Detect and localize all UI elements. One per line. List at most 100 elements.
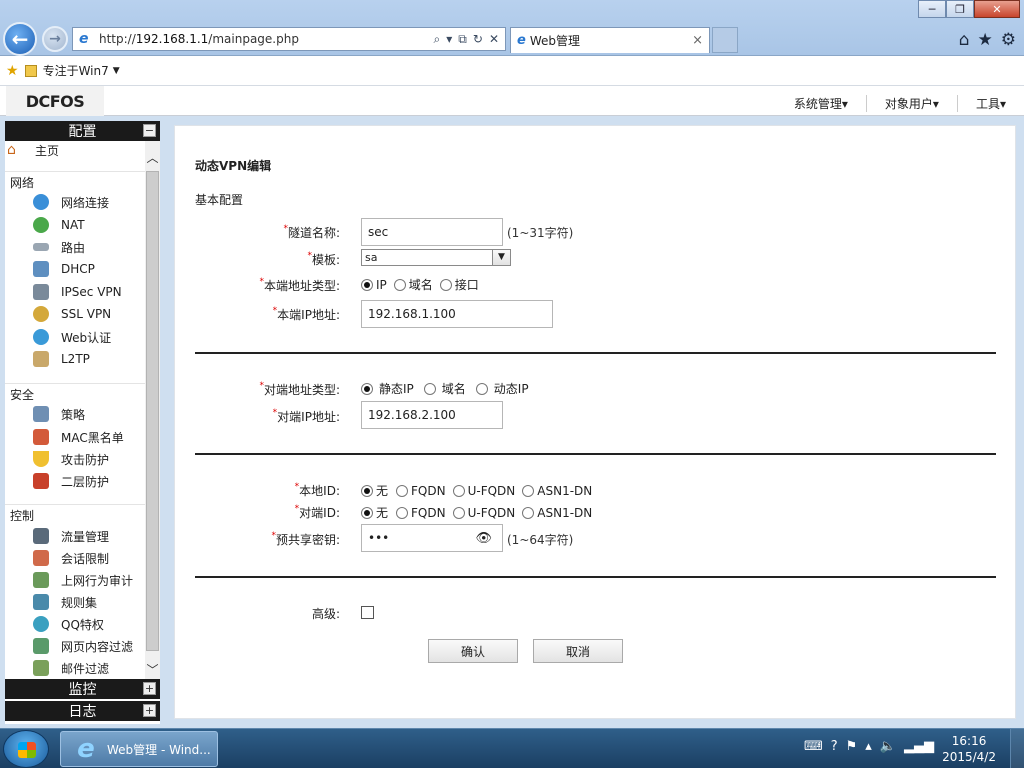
scroll-up-icon[interactable]: ︿ <box>145 151 160 167</box>
radio[interactable] <box>475 382 488 395</box>
psk-input[interactable]: ••• 👁 <box>361 524 503 552</box>
compatibility-view-icon[interactable]: ⧉ <box>458 32 467 47</box>
back-arrow-icon[interactable]: ← <box>3 22 37 56</box>
radio[interactable] <box>396 506 409 519</box>
add-favorite-star-icon[interactable]: ★ <box>6 63 19 79</box>
peer-id-none[interactable]: 无 <box>361 504 388 521</box>
sidebar-item-network-connection[interactable]: 网络连接 <box>33 192 109 212</box>
local-id-asn1dn[interactable]: ASN1-DN <box>522 484 592 498</box>
local-id-ufqdn[interactable]: U-FQDN <box>452 484 515 498</box>
advanced-checkbox[interactable] <box>361 606 374 619</box>
sidebar-item-attack-defense[interactable]: 攻击防护 <box>33 449 109 469</box>
maximize-button[interactable]: ❐ <box>946 0 974 18</box>
network-signal-icon[interactable]: ▂▄▆ <box>904 739 934 754</box>
sidebar-item-web-auth[interactable]: Web认证 <box>33 327 111 347</box>
sidebar-item-layer2-defense[interactable]: 二层防护 <box>33 471 109 491</box>
local-id-fqdn[interactable]: FQDN <box>396 484 446 498</box>
peer-id-ufqdn[interactable]: U-FQDN <box>452 506 515 520</box>
local-ip-input[interactable]: 192.168.1.100 <box>361 300 553 328</box>
sidebar-item-session-limit[interactable]: 会话限制 <box>33 548 109 568</box>
menu-system-management[interactable]: 系统管理▾ <box>776 95 866 112</box>
sidebar-section-monitor[interactable]: 监控 + <box>5 679 160 699</box>
sidebar-item-home[interactable]: ⌂ 主页 <box>7 141 59 159</box>
radio[interactable] <box>452 484 465 497</box>
sidebar-item-ruleset[interactable]: 规则集 <box>33 592 97 612</box>
sidebar-item-mail-filter[interactable]: 邮件过滤 <box>33 658 109 678</box>
sidebar-item-mac-blacklist[interactable]: MAC黑名单 <box>33 427 124 447</box>
peer-addr-type-dynamic-ip[interactable]: 动态IP <box>475 380 529 397</box>
sidebar-item-route[interactable]: 路由 <box>33 237 85 257</box>
sidebar-item-dhcp[interactable]: DHCP <box>33 259 95 279</box>
collapse-icon[interactable]: − <box>143 124 156 137</box>
confirm-button[interactable]: 确认 <box>428 639 518 663</box>
sidebar-item-ipsec-vpn[interactable]: IPSec VPN <box>33 282 122 302</box>
start-button[interactable] <box>3 730 49 768</box>
sidebar-item-web-content-filter[interactable]: 网页内容过滤 <box>33 636 133 656</box>
home-icon[interactable]: ⌂ <box>959 30 970 50</box>
show-desktop-button[interactable] <box>1010 729 1024 768</box>
favorite-folder-label[interactable]: 专注于Win7 <box>43 62 109 79</box>
address-bar[interactable]: e http://192.168.1.1/mainpage.php ⌕ ▾ ⧉ … <box>72 27 506 51</box>
radio[interactable] <box>522 506 535 519</box>
radio[interactable] <box>439 278 452 291</box>
sidebar-header-config[interactable]: 配置 − <box>5 121 160 141</box>
peer-addr-type-static-ip[interactable]: 静态IP <box>361 380 414 397</box>
sidebar-item-ssl-vpn[interactable]: SSL VPN <box>33 304 111 324</box>
radio[interactable] <box>423 382 436 395</box>
sidebar-section-log[interactable]: 日志 + <box>5 701 160 721</box>
scroll-down-icon[interactable]: ﹀ <box>145 663 160 679</box>
sidebar-scrollbar[interactable]: ︿ ﹀ <box>145 141 160 679</box>
tunnel-name-input[interactable]: sec <box>361 218 503 246</box>
menu-object-users[interactable]: 对象用户▾ <box>865 95 957 112</box>
sidebar-item-internet-audit[interactable]: 上网行为审计 <box>33 570 133 590</box>
search-icon[interactable]: ⌕ <box>434 32 441 47</box>
volume-icon[interactable]: 🔈 <box>880 739 896 754</box>
sidebar-item-l2tp[interactable]: L2TP <box>33 349 90 369</box>
radio-selected[interactable] <box>361 278 373 291</box>
new-tab-button[interactable] <box>712 27 738 53</box>
scrollbar-thumb[interactable] <box>146 171 159 651</box>
menu-tools[interactable]: 工具▾ <box>956 95 1024 112</box>
radio[interactable] <box>396 484 409 497</box>
local-id-none[interactable]: 无 <box>361 482 388 499</box>
peer-addr-type-domain[interactable]: 域名 <box>423 380 466 397</box>
refresh-icon[interactable]: ↻ <box>473 32 483 47</box>
radio[interactable] <box>522 484 535 497</box>
sidebar-item-nat[interactable]: NAT <box>33 215 85 235</box>
eye-icon[interactable]: 👁 <box>475 531 492 546</box>
browser-tab[interactable]: e Web管理 × <box>510 27 710 53</box>
dropdown-arrow-icon[interactable]: ▾ <box>446 32 452 47</box>
stop-icon[interactable]: ✕ <box>489 32 499 47</box>
sidebar-item-policy[interactable]: 策略 <box>33 404 85 424</box>
forward-arrow-icon[interactable]: → <box>42 26 68 52</box>
peer-id-fqdn[interactable]: FQDN <box>396 506 446 520</box>
local-addr-type-ip[interactable]: IP <box>361 278 387 292</box>
taskbar-item-ie[interactable]: e Web管理 - Wind... <box>60 731 218 767</box>
favorites-star-icon[interactable]: ★ <box>978 30 993 50</box>
expand-icon[interactable]: + <box>143 682 156 695</box>
minimize-button[interactable]: ─ <box>918 0 946 18</box>
flag-icon[interactable]: ⚑ <box>846 739 858 754</box>
peer-id-asn1dn[interactable]: ASN1-DN <box>522 506 592 520</box>
clock[interactable]: 16:16 2015/4/2 <box>942 733 996 765</box>
expand-icon[interactable]: + <box>143 704 156 717</box>
keyboard-icon[interactable]: ⌨ <box>804 739 823 754</box>
sidebar-item-qq-privilege[interactable]: QQ特权 <box>33 614 104 634</box>
address-url[interactable]: http://192.168.1.1/mainpage.php <box>99 32 434 46</box>
local-addr-type-domain[interactable]: 域名 <box>393 276 433 293</box>
chevron-down-icon[interactable]: ▼ <box>113 66 120 76</box>
peer-ip-input[interactable]: 192.168.2.100 <box>361 401 503 429</box>
radio-selected[interactable] <box>361 506 373 519</box>
tab-close-icon[interactable]: × <box>692 33 703 48</box>
gear-icon[interactable]: ⚙ <box>1001 30 1016 50</box>
close-window-button[interactable]: ✕ <box>974 0 1020 18</box>
radio-selected[interactable] <box>361 382 373 395</box>
radio-selected[interactable] <box>361 484 373 497</box>
show-hidden-icon[interactable]: ▴ <box>865 739 872 754</box>
help-icon[interactable]: ? <box>831 739 838 754</box>
local-addr-type-interface[interactable]: 接口 <box>439 276 479 293</box>
template-select[interactable]: sa ▼ <box>361 249 511 266</box>
cancel-button[interactable]: 取消 <box>533 639 623 663</box>
radio[interactable] <box>393 278 406 291</box>
chevron-down-icon[interactable]: ▼ <box>492 250 510 265</box>
